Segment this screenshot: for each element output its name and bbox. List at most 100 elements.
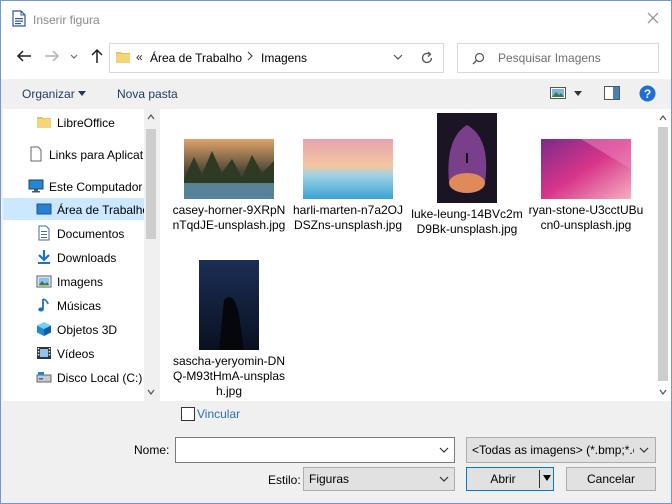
close-icon[interactable] (645, 10, 661, 26)
recent-locations-chevron-icon[interactable] (69, 47, 79, 65)
sidebar-item-3d-objects[interactable]: Objetos 3D (3, 318, 144, 340)
file-type-value: <Todas as imagens> (*.bmp;*.c (472, 443, 634, 457)
file-name: luke-leung-14BVc2mD9Bk-unsplash.jpg (411, 207, 523, 236)
cancel-button[interactable]: Cancelar (566, 467, 656, 491)
sidebar-item-links[interactable]: Links para Aplicat (3, 143, 144, 165)
file-list: casey-horner-9XRpNnTqdJE-unsplash.jpg ha… (160, 109, 671, 401)
address-overflow[interactable]: « (136, 50, 143, 64)
sidebar-scrollbar[interactable] (144, 109, 158, 401)
scrollbar-thumb[interactable] (146, 129, 156, 239)
file-item[interactable]: ryan-stone-U3cctUBucn0-unsplash.jpg (527, 139, 645, 233)
chevron-down-icon[interactable] (393, 52, 403, 62)
documents-icon (38, 225, 50, 241)
file-name: harli-marten-n7a2OJDSZns-unsplash.jpg (292, 203, 404, 232)
back-arrow-icon[interactable] (15, 47, 33, 65)
open-button[interactable]: Abrir (466, 467, 554, 491)
scroll-down-icon[interactable] (147, 389, 155, 395)
sidebar-item-local-disk[interactable]: Disco Local (C:) (3, 366, 144, 388)
sidebar-item-music[interactable]: Músicas (3, 294, 144, 316)
downloads-icon (38, 250, 50, 264)
style-select[interactable]: Figuras (303, 467, 455, 491)
folder-icon (37, 117, 51, 128)
preview-pane-icon[interactable] (604, 86, 620, 100)
file-name-field[interactable] (175, 437, 455, 463)
caret-down-icon[interactable] (78, 91, 86, 96)
style-value: Figuras (309, 472, 350, 486)
folder-icon (116, 52, 130, 63)
up-arrow-icon[interactable] (88, 47, 106, 65)
sidebar-item-videos[interactable]: Vídeos (3, 342, 144, 364)
caret-down-icon[interactable] (574, 91, 582, 96)
refresh-icon (421, 51, 433, 64)
window-title: Inserir figura (33, 13, 100, 27)
image-thumbnail (541, 139, 631, 199)
chevron-down-icon[interactable] (439, 446, 449, 454)
title-bar: Inserir figura (1, 1, 671, 35)
view-options-icon[interactable] (550, 86, 566, 100)
sidebar-item-this-pc[interactable]: Este Computador (3, 175, 144, 197)
scroll-down-icon[interactable] (659, 389, 667, 395)
file-name: sascha-yeryomin-DNQ-M93tHmA-unsplash.jpg (172, 354, 286, 398)
pictures-icon (36, 275, 52, 288)
scrollbar-thumb[interactable] (658, 127, 668, 381)
forward-arrow-icon[interactable] (43, 47, 61, 65)
link-checkbox[interactable] (181, 407, 195, 421)
insert-image-dialog: Inserir figura « Área de Trabalho Imagen… (0, 0, 672, 504)
videos-icon (37, 347, 51, 359)
image-thumbnail (303, 139, 393, 199)
file-item[interactable]: sascha-yeryomin-DNQ-M93tHmA-unsplash.jpg (170, 260, 288, 399)
svg-text:?: ? (644, 87, 651, 101)
sidebar-item-label: Músicas (57, 299, 102, 313)
address-bar[interactable]: « Área de Trabalho Imagens (109, 43, 412, 73)
new-folder-button[interactable]: Nova pasta (117, 87, 178, 101)
refresh-button[interactable] (410, 43, 444, 73)
sidebar-item-downloads[interactable]: Downloads (3, 246, 144, 268)
link-label[interactable]: Vincular (197, 407, 240, 421)
chevron-down-icon[interactable] (439, 475, 449, 483)
sidebar-item-libreoffice[interactable]: LibreOffice (3, 111, 144, 133)
file-type-select[interactable]: <Todas as imagens> (*.bmp;*.c (466, 437, 656, 463)
file-name: casey-horner-9XRpNnTqdJE-unsplash.jpg (172, 203, 286, 232)
search-input[interactable]: Pesquisar Imagens (457, 43, 659, 73)
sidebar-item-label: Downloads (57, 251, 117, 265)
objects-3d-icon (37, 322, 51, 336)
split-divider (539, 470, 540, 488)
drive-icon (36, 372, 52, 383)
file-item[interactable]: casey-horner-9XRpNnTqdJE-unsplash.jpg (170, 139, 288, 233)
caret-down-icon[interactable] (543, 475, 551, 481)
scroll-up-icon[interactable] (659, 115, 667, 121)
image-thumbnail (199, 260, 259, 350)
cancel-button-label: Cancelar (586, 472, 636, 486)
file-list-scrollbar[interactable] (655, 109, 671, 401)
chevron-down-icon[interactable] (639, 446, 649, 454)
style-label: Estilo: (268, 473, 301, 487)
sidebar-item-documents[interactable]: Documentos (3, 222, 144, 244)
scroll-up-icon[interactable] (147, 114, 155, 120)
sidebar-item-label: Este Computador (49, 180, 143, 194)
file-item[interactable]: harli-marten-n7a2OJDSZns-unsplash.jpg (289, 139, 407, 233)
document-icon (30, 146, 42, 162)
organize-button[interactable]: Organizar (22, 87, 75, 101)
navigation-pane: LibreOffice Links para Aplicat Este Comp… (3, 109, 158, 401)
navigation-bar: « Área de Trabalho Imagens Pesquisar Ima… (1, 35, 671, 79)
search-icon (472, 52, 485, 65)
sidebar-item-label: LibreOffice (57, 116, 115, 130)
breadcrumb-images[interactable]: Imagens (261, 51, 307, 65)
document-image-icon (12, 10, 26, 27)
breadcrumb-desktop[interactable]: Área de Trabalho (150, 51, 242, 65)
sidebar-item-label: Área de Trabalho (57, 203, 150, 217)
sidebar-item-desktop[interactable]: Área de Trabalho (3, 198, 149, 220)
desktop-icon (36, 203, 52, 215)
sidebar-item-pictures[interactable]: Imagens (3, 270, 144, 292)
sidebar-item-label: Disco Local (C:) (57, 371, 143, 385)
file-item[interactable]: luke-leung-14BVc2mD9Bk-unsplash.jpg (408, 113, 526, 237)
sidebar-item-label: Documentos (57, 227, 125, 241)
help-icon[interactable]: ? (639, 85, 656, 102)
sidebar-item-label: Vídeos (57, 347, 95, 361)
image-thumbnail (437, 113, 497, 203)
search-placeholder: Pesquisar Imagens (498, 51, 601, 65)
computer-icon (28, 179, 44, 193)
file-name: ryan-stone-U3cctUBucn0-unsplash.jpg (528, 203, 644, 232)
breadcrumb-separator-icon[interactable] (246, 50, 254, 62)
sidebar-item-label: Links para Aplicat (49, 148, 144, 162)
